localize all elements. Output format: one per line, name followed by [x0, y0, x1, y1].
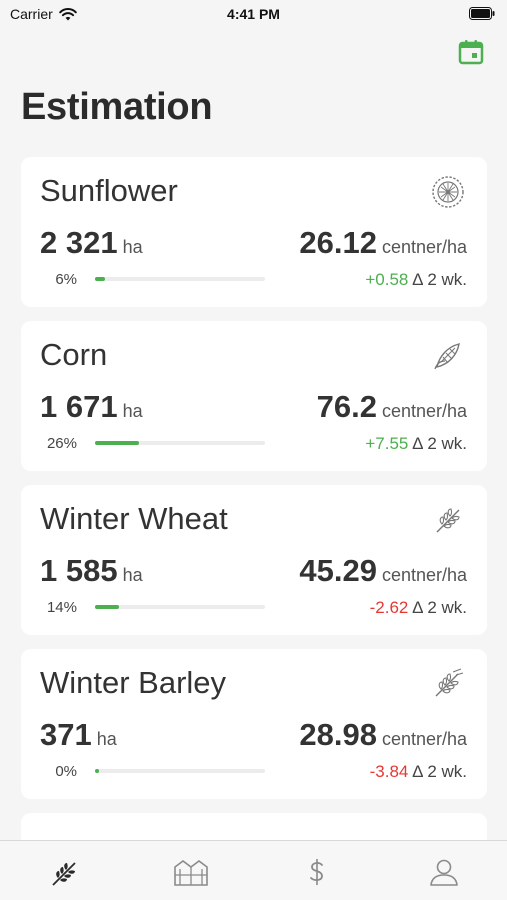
- yield-value: 26.12 centner/ha: [299, 225, 467, 260]
- crop-name: Winter Wheat: [40, 501, 228, 536]
- status-bar: Carrier 4:41 PM: [0, 0, 507, 30]
- calendar-button[interactable]: [457, 38, 485, 66]
- status-time: 4:41 PM: [227, 6, 280, 22]
- crop-card-sunflower[interactable]: Sunflower 2 321 ha 26.12 centner/ha 6% +0.…: [21, 157, 487, 307]
- yield-delta: -2.62 Δ 2 wk.: [369, 598, 467, 617]
- progress-bar: [95, 441, 265, 445]
- area-value: 371 ha: [40, 717, 117, 752]
- battery-icon: [469, 7, 495, 20]
- area-value: 2 321 ha: [40, 225, 143, 260]
- yield-delta: +0.58 Δ 2 wk.: [365, 270, 467, 289]
- progress-fill: [95, 277, 106, 281]
- progress-bar: [95, 277, 265, 281]
- progress-percent: 0%: [55, 763, 77, 780]
- crop-name: Sunflower: [40, 173, 178, 208]
- progress-fill: [95, 605, 119, 609]
- tab-profile[interactable]: [427, 855, 461, 889]
- crop-card-winter-wheat[interactable]: Winter Wheat 1 585 ha 45.29 centner/ha 14%…: [21, 485, 487, 635]
- progress-percent: 14%: [46, 599, 77, 616]
- progress-bar: [95, 605, 265, 609]
- calendar-icon: [458, 40, 484, 65]
- tab-finance[interactable]: [300, 855, 334, 889]
- progress-percent: 26%: [46, 435, 77, 452]
- tab-crops[interactable]: [48, 855, 82, 889]
- corn-icon: [434, 343, 460, 370]
- progress-fill: [95, 769, 99, 773]
- yield-value: 76.2 centner/ha: [316, 389, 467, 424]
- crops-tab-icon: [52, 862, 76, 886]
- yield-delta: +7.55 Δ 2 wk.: [365, 434, 467, 453]
- page-title: Estimation: [21, 86, 213, 128]
- wheat-icon: [436, 508, 460, 533]
- area-value: 1 671 ha: [40, 389, 143, 424]
- crop-name: Winter Barley: [40, 665, 227, 700]
- yield-value: 45.29 centner/ha: [299, 553, 467, 588]
- tab-bar: [0, 840, 507, 900]
- yield-value: 28.98 centner/ha: [299, 717, 467, 752]
- yield-delta: -3.84 Δ 2 wk.: [369, 762, 467, 781]
- crop-card-winter-barley[interactable]: Winter Barley 371 ha 28.98 centner/ha 0% -…: [21, 649, 487, 799]
- progress-fill: [95, 441, 140, 445]
- barley-icon: [435, 668, 464, 697]
- crop-name: Corn: [40, 337, 108, 372]
- dollar-tab-icon: [310, 859, 323, 885]
- profile-tab-icon: [430, 859, 458, 886]
- warehouse-tab-icon: [174, 860, 208, 886]
- progress-percent: 6%: [55, 271, 77, 288]
- area-value: 1 585 ha: [40, 553, 143, 588]
- crop-card-corn[interactable]: Corn 1 671 ha 76.2 centner/ha 26% +7.55 Δ …: [21, 321, 487, 471]
- tab-warehouse[interactable]: [172, 855, 208, 889]
- sunflower-icon: [432, 176, 464, 208]
- progress-bar: [95, 769, 265, 773]
